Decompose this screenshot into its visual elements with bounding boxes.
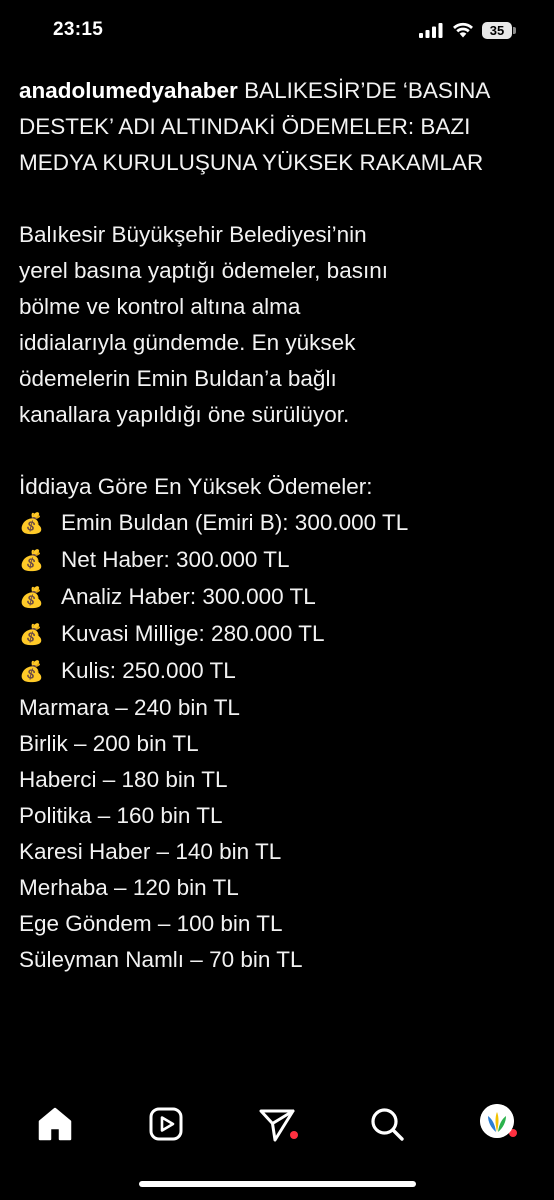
reels-icon[interactable] — [146, 1104, 186, 1144]
notification-dot — [290, 1131, 298, 1139]
payments-list: İddiaya Göre En Yüksek Ödemeler: 💰 Emin B… — [19, 469, 539, 978]
caption-headline: anadolumedyahaber BALIKESİR’DE ‘BASINA D… — [19, 73, 539, 181]
payment-text: Emin Buldan (Emiri B): 300.000 TL — [61, 510, 409, 535]
body-line: iddialarıyla gündemde. En yüksek — [19, 330, 356, 355]
list-item: Ege Göndem – 100 bin TL — [19, 911, 283, 936]
body-line: bölme ve kontrol altına alma — [19, 294, 301, 319]
home-icon[interactable] — [35, 1104, 75, 1144]
body-line: kanallara yapıldığı öne sürülüyor. — [19, 402, 350, 427]
avatar-logo-icon — [480, 1104, 514, 1138]
body-line: Balıkesir Büyükşehir Belediyesi’nin — [19, 222, 367, 247]
list-item: Birlik – 200 bin TL — [19, 731, 199, 756]
payment-text: Analiz Haber: 300.000 TL — [61, 584, 316, 609]
payment-text: Kulis: 250.000 TL — [61, 658, 236, 683]
post-caption: anadolumedyahaber BALIKESİR’DE ‘BASINA D… — [19, 73, 539, 978]
battery-icon: 35 — [482, 22, 516, 39]
payment-text: Kuvasi Millige: 280.000 TL — [61, 621, 325, 646]
list-item: Marmara – 240 bin TL — [19, 695, 240, 720]
status-time: 23:15 — [53, 19, 104, 40]
list-item: 💰 Analiz Haber: 300.000 TL — [19, 579, 539, 616]
battery-level: 35 — [489, 23, 505, 38]
list-item: Politika – 160 bin TL — [19, 803, 223, 828]
status-bar: 23:15 35 — [0, 0, 554, 62]
signal-icon — [419, 23, 443, 38]
list-item: 💰 Kuvasi Millige: 280.000 TL — [19, 616, 539, 653]
battery-cap — [513, 27, 516, 34]
body-line: ödemelerin Emin Buldan’a bağlı — [19, 366, 337, 391]
caption-body: Balıkesir Büyükşehir Belediyesi’nin yere… — [19, 217, 539, 433]
list-item: Süleyman Namlı – 70 bin TL — [19, 947, 303, 972]
money-bag-icon: 💰 — [19, 661, 44, 683]
post-username[interactable]: anadolumedyahaber — [19, 78, 238, 103]
list-item: 💰 Emin Buldan (Emiri B): 300.000 TL — [19, 505, 539, 542]
list-item: Haberci – 180 bin TL — [19, 767, 228, 792]
money-bag-icon: 💰 — [19, 550, 44, 572]
wifi-icon — [453, 22, 473, 38]
list-item: Karesi Haber – 140 bin TL — [19, 839, 282, 864]
list-item: Merhaba – 120 bin TL — [19, 875, 239, 900]
money-bag-icon: 💰 — [19, 513, 44, 535]
profile-avatar[interactable] — [480, 1104, 514, 1138]
search-icon[interactable] — [367, 1104, 407, 1144]
body-line: yerel basına yaptığı ödemeler, basını — [19, 258, 388, 283]
home-indicator[interactable] — [139, 1181, 416, 1187]
list-item: 💰 Kulis: 250.000 TL — [19, 653, 539, 690]
money-bag-icon: 💰 — [19, 587, 44, 609]
list-item: 💰 Net Haber: 300.000 TL — [19, 542, 539, 579]
money-bag-icon: 💰 — [19, 624, 44, 646]
list-title: İddiaya Göre En Yüksek Ödemeler: — [19, 474, 373, 499]
payment-text: Net Haber: 300.000 TL — [61, 547, 290, 572]
